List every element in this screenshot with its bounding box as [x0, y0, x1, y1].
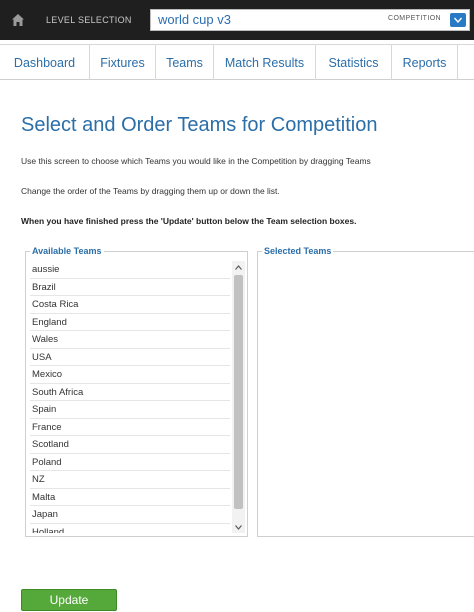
available-teams-legend: Available Teams: [30, 246, 104, 256]
nav-reports[interactable]: Reports: [392, 45, 458, 80]
team-list-item[interactable]: France: [30, 419, 230, 436]
instruction-text: Use this screen to choose which Teams yo…: [21, 156, 371, 166]
team-list-item[interactable]: Scotland: [30, 436, 230, 454]
team-list-item[interactable]: South Africa: [30, 384, 230, 401]
instruction-text-bold: When you have finished press the 'Update…: [21, 216, 357, 226]
main-nav: Dashboard Fixtures Teams Match Results S…: [0, 44, 474, 80]
team-list-item[interactable]: Mexico: [30, 366, 230, 384]
competition-dropdown-button[interactable]: [450, 13, 466, 27]
team-list-item[interactable]: NZ: [30, 471, 230, 489]
page-title: Select and Order Teams for Competition: [21, 114, 378, 136]
team-list-item[interactable]: aussie: [30, 261, 230, 279]
nav-statistics[interactable]: Statistics: [316, 45, 392, 80]
nav-teams[interactable]: Teams: [156, 45, 214, 80]
team-list-item[interactable]: Wales: [30, 331, 230, 349]
scroll-up-button[interactable]: [232, 261, 245, 273]
nav-fixtures[interactable]: Fixtures: [90, 45, 156, 80]
nav-overflow: [458, 45, 474, 80]
available-teams-box: Available Teams aussie Brazil Costa Rica En…: [25, 246, 248, 537]
selected-teams-drop-area[interactable]: [262, 261, 474, 532]
home-button[interactable]: [0, 0, 36, 40]
scroll-down-button[interactable]: [232, 521, 245, 533]
team-list-item[interactable]: Japan: [30, 506, 230, 524]
team-list-item[interactable]: Holland: [30, 524, 230, 534]
team-list-item[interactable]: Costa Rica: [30, 296, 230, 314]
selected-teams-legend: Selected Teams: [262, 246, 334, 256]
update-button[interactable]: Update: [21, 589, 117, 611]
team-list-item[interactable]: England: [30, 314, 230, 331]
project-selector[interactable]: world cup v3 COMPETITION: [150, 9, 470, 31]
team-list-item[interactable]: Malta: [30, 489, 230, 506]
top-bar: LEVEL SELECTION world cup v3 COMPETITION: [0, 0, 474, 40]
instruction-text: Change the order of the Teams by draggin…: [21, 186, 280, 196]
chevron-down-icon: [454, 17, 462, 23]
scroll-thumb[interactable]: [234, 275, 243, 509]
available-teams-list[interactable]: aussie Brazil Costa Rica England Wales USA Mex…: [30, 261, 230, 533]
competition-label: COMPETITION: [387, 15, 441, 22]
team-list-item[interactable]: Brazil: [30, 279, 230, 296]
team-list-item[interactable]: Poland: [30, 454, 230, 471]
team-list-item[interactable]: Spain: [30, 401, 230, 419]
project-name: world cup v3: [158, 12, 231, 27]
nav-match-results[interactable]: Match Results: [214, 45, 316, 80]
level-selection-label: LEVEL SELECTION: [46, 15, 132, 25]
chevron-up-icon: [235, 264, 242, 270]
chevron-down-icon: [235, 524, 242, 530]
selected-teams-box: Selected Teams: [257, 246, 474, 537]
home-icon: [12, 14, 24, 26]
nav-dashboard[interactable]: Dashboard: [0, 45, 90, 80]
available-teams-scrollbar[interactable]: [232, 261, 245, 533]
team-list-item[interactable]: USA: [30, 349, 230, 366]
